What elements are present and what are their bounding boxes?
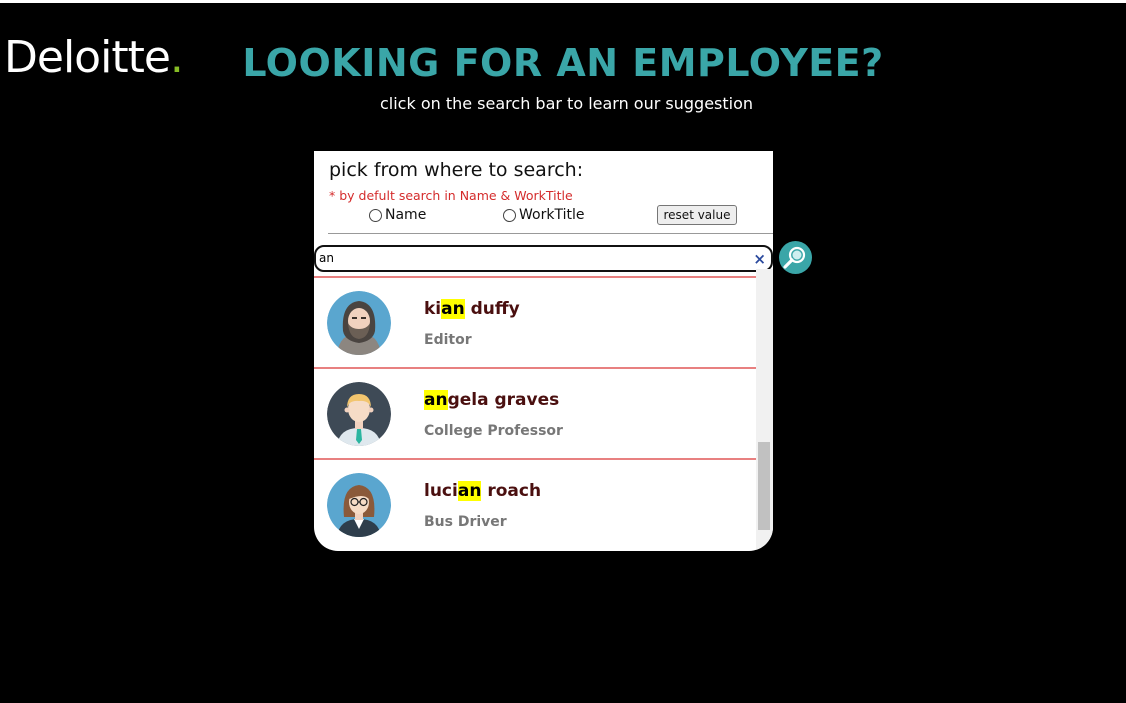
result-item[interactable]: kian duffy Editor: [314, 276, 756, 367]
result-worktitle: Editor: [424, 332, 472, 348]
result-name: lucian roach: [424, 481, 541, 501]
radio-worktitle-option[interactable]: WorkTitle: [503, 207, 584, 223]
name-part: roach: [481, 481, 542, 501]
results-list: kian duffy Editor angela graves College …: [314, 276, 756, 551]
result-item[interactable]: lucian roach Bus Driver: [314, 458, 756, 549]
name-part: ki: [424, 299, 442, 319]
search-panel: pick from where to search: * by defult s…: [314, 151, 773, 551]
name-match-highlight: an: [457, 481, 482, 501]
result-worktitle: College Professor: [424, 423, 563, 439]
avatar: [327, 473, 391, 537]
filter-divider: [328, 233, 773, 234]
result-worktitle: Bus Driver: [424, 514, 507, 530]
blond-man-avatar-icon: [327, 382, 391, 446]
name-part: luci: [424, 481, 458, 501]
reset-value-button[interactable]: reset value: [657, 205, 737, 225]
radio-worktitle-label: WorkTitle: [519, 207, 585, 223]
hooded-man-avatar-icon: [327, 291, 391, 355]
result-name: kian duffy: [424, 299, 520, 319]
page-title: LOOKING FOR AN EMPLOYEE?: [242, 41, 884, 85]
scrollbar-thumb[interactable]: [758, 442, 770, 530]
radio-name[interactable]: [369, 208, 382, 222]
name-match-highlight: an: [424, 390, 448, 410]
page-subtitle: click on the search bar to learn our sug…: [379, 94, 754, 113]
radio-name-option[interactable]: Name: [369, 207, 426, 223]
search-button[interactable]: [779, 241, 812, 274]
result-item[interactable]: angela graves College Professor: [314, 367, 756, 458]
woman-glasses-avatar-icon: [327, 473, 391, 537]
clear-search-icon[interactable]: ×: [753, 250, 766, 268]
search-icon: [783, 246, 806, 269]
filter-heading: pick from where to search:: [329, 159, 584, 181]
results-scrollbar[interactable]: [756, 269, 773, 551]
name-part: gela graves: [447, 390, 560, 410]
radio-name-label: Name: [385, 207, 427, 223]
name-part: duffy: [464, 299, 520, 319]
avatar: [327, 291, 391, 355]
avatar: [327, 382, 391, 446]
radio-worktitle[interactable]: [503, 208, 516, 222]
result-name: angela graves: [424, 390, 559, 410]
name-match-highlight: an: [441, 299, 465, 319]
filter-note: * by defult search in Name & WorkTitle: [329, 188, 573, 203]
search-input[interactable]: an ×: [314, 245, 773, 272]
search-input-value: an: [319, 251, 334, 265]
